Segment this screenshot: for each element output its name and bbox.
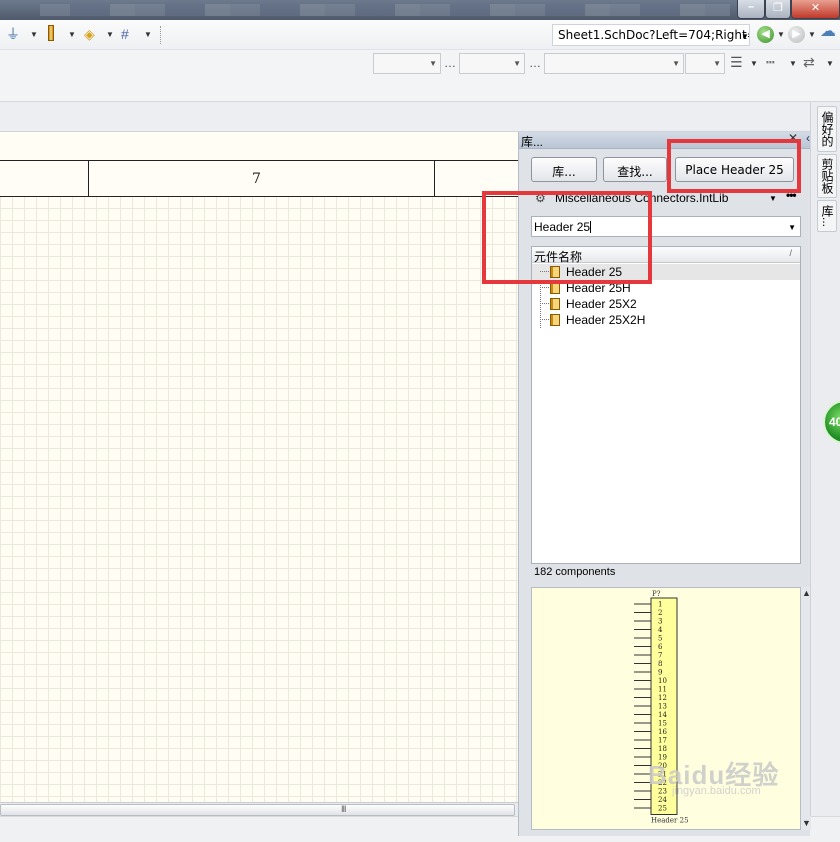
chevron-down-icon[interactable]: ▼ (106, 30, 114, 39)
chevron-down-icon[interactable]: ▼ (68, 30, 76, 39)
toolbar-separator (160, 26, 161, 44)
maximize-button[interactable]: ❐ (765, 0, 791, 19)
schematic-sheet[interactable] (0, 132, 518, 802)
title-bar-background (40, 4, 730, 16)
pin-number: 12 (658, 694, 667, 702)
width-combo[interactable]: ▼ (685, 53, 725, 74)
scroll-down-icon[interactable]: ▼ (802, 818, 811, 828)
zone-divider (88, 161, 89, 197)
chevron-down-icon[interactable]: ▼ (777, 30, 785, 39)
maximize-icon: ❐ (773, 2, 783, 14)
pin-number: 4 (658, 626, 663, 634)
libraries-button[interactable]: 库... (531, 157, 597, 182)
pin-number: 9 (658, 669, 662, 677)
chevron-down-icon[interactable]: ▼ (826, 59, 834, 68)
chevron-down-icon: ▼ (713, 59, 721, 68)
back-icon: ◀ (761, 28, 770, 40)
close-button[interactable]: ✕ (791, 0, 840, 19)
forward-icon: ▶ (792, 28, 801, 40)
minimize-button[interactable]: – (737, 0, 765, 19)
junction-icon[interactable]: ◈ (84, 27, 95, 41)
chevron-down-icon: ▼ (513, 59, 521, 68)
pin-number: 3 (658, 618, 662, 626)
pin-number: 13 (658, 703, 667, 711)
sheet-zone-border: 7 (0, 160, 518, 197)
chevron-down-icon[interactable]: ▼ (788, 223, 796, 232)
back-button[interactable]: ◀ (757, 26, 774, 43)
pin-number: 2 (658, 609, 662, 617)
component-list[interactable]: 元件名称 / Header 25 Header 25H Header 25X2 Hea… (531, 246, 801, 564)
component-count: 182 components (534, 566, 616, 578)
pin-number: 8 (658, 660, 662, 668)
sheet-margin (0, 132, 518, 160)
pin-number: 6 (658, 643, 663, 651)
line-style-icon[interactable]: ┅ (766, 55, 775, 69)
swap-icon[interactable]: ⇄ (803, 55, 815, 69)
zone-divider (434, 161, 435, 197)
chevron-down-icon[interactable]: ▼ (750, 59, 758, 68)
highlight-place-button (667, 139, 801, 193)
main-toolbar: ⏚ ▼ ▼ ◈ ▼ # ▼ Sheet1.SchDoc?Left=704;Rig… (0, 20, 840, 50)
list-item[interactable]: Header 25X2H (532, 312, 800, 328)
sort-icon[interactable]: / (789, 248, 792, 258)
scrollbar-grip: III (341, 804, 346, 814)
tab-favorites[interactable]: 偏好的 (817, 106, 837, 152)
chevron-down-icon[interactable]: ▼ (789, 59, 797, 68)
chevron-down-icon[interactable]: ▼ (741, 32, 749, 41)
list-item[interactable]: Header 25X2 (532, 296, 800, 312)
symbol-designator: P? (652, 590, 661, 598)
chevron-down-icon[interactable]: ▼ (808, 30, 816, 39)
component-name: Header 25X2H (566, 313, 646, 327)
network-icon[interactable]: ☁ (820, 24, 836, 40)
side-panel-tabs: 偏好的 剪贴板 库... (810, 102, 840, 816)
search-button[interactable]: 查找... (603, 157, 667, 182)
horizontal-scrollbar[interactable]: III (0, 802, 518, 816)
component-name: Header 25X2 (566, 297, 637, 311)
minimize-icon: – (747, 1, 755, 13)
ground-icon[interactable]: ⏚ (6, 27, 20, 41)
component-icon (550, 314, 560, 326)
component-icon (550, 298, 560, 310)
pin-number: 15 (658, 720, 667, 728)
chevron-down-icon: ▼ (429, 59, 437, 68)
close-icon: ✕ (810, 2, 821, 14)
pin-number: 18 (658, 745, 667, 753)
pin-number: 16 (658, 728, 667, 736)
chevron-down-icon[interactable]: ▼ (144, 30, 152, 39)
scrollbar-thumb[interactable]: III (0, 804, 515, 816)
pin-number: 10 (658, 677, 667, 685)
grid-icon[interactable]: # (121, 27, 129, 41)
font-combo[interactable]: ▼ (373, 53, 441, 74)
more-icon[interactable]: … (444, 56, 456, 70)
chevron-down-icon: ▼ (672, 59, 680, 68)
pin-number: 11 (658, 686, 667, 694)
pin-number: 5 (658, 635, 662, 643)
watermark-url: jingyan.baidu.com (672, 785, 761, 797)
format-toolbar: ▼ … ▼ … ▼ ▼ ☰ ▼ ┅ ▼ ⇄ ▼ (0, 50, 840, 102)
pin-number: 14 (658, 711, 667, 719)
badge-value: 40 (829, 415, 840, 429)
chevron-down-icon[interactable]: ▼ (30, 30, 38, 39)
symbol-part-name: Header 25 (651, 817, 689, 825)
document-tab-bar (0, 102, 810, 132)
style-combo[interactable]: ▼ (544, 53, 684, 74)
pin-number: 7 (658, 652, 662, 660)
more-icon[interactable]: … (529, 56, 541, 70)
size-combo[interactable]: ▼ (459, 53, 525, 74)
pin-number: 1 (658, 601, 662, 609)
watermark: Baidu经验 jingyan.baidu.com (640, 755, 810, 815)
tab-clipboard[interactable]: 剪贴板 (817, 154, 837, 198)
forward-button[interactable]: ▶ (788, 26, 805, 43)
pin-number: 17 (658, 737, 667, 745)
chevron-down-icon[interactable]: ▼ (769, 194, 777, 203)
probe-icon[interactable] (48, 25, 54, 41)
align-icon[interactable]: ☰ (730, 55, 743, 69)
document-path-field[interactable]: Sheet1.SchDoc?Left=704;Right= (552, 24, 750, 46)
highlight-filter-and-result (482, 191, 652, 284)
tab-libraries[interactable]: 库... (817, 200, 837, 232)
panel-title: 库... (521, 135, 544, 149)
zone-label: 7 (252, 171, 261, 187)
window-title-bar: – ❐ ✕ (0, 0, 840, 20)
